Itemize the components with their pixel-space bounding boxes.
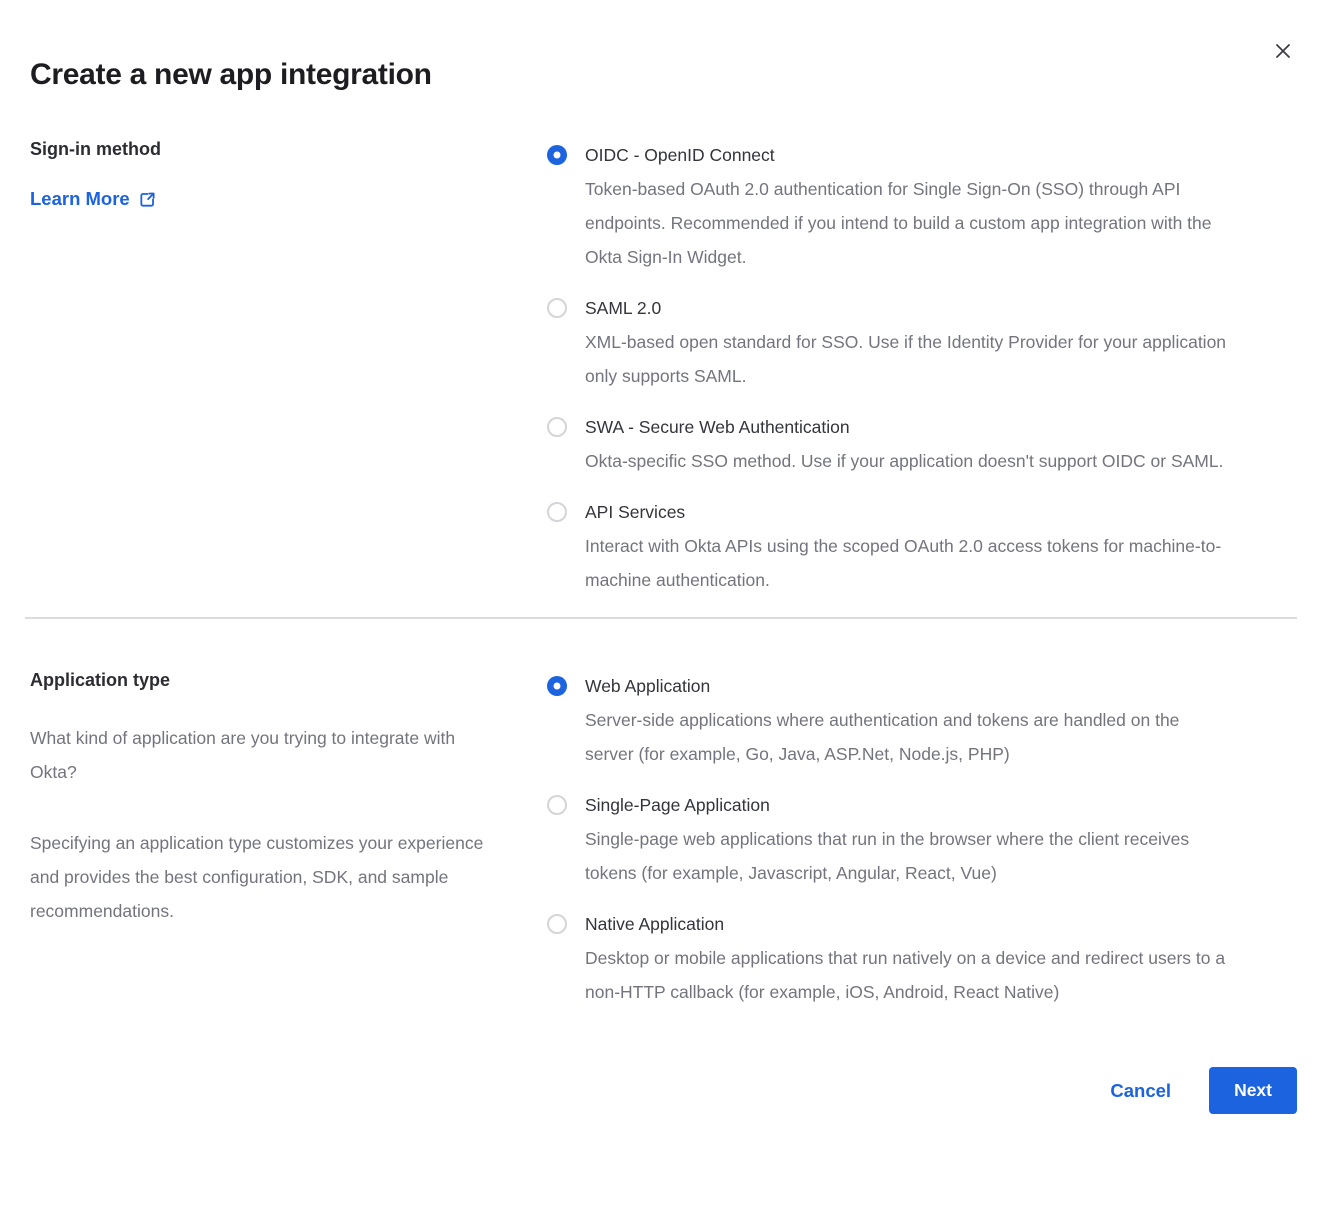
option-label[interactable]: Single-Page Application	[585, 788, 1230, 822]
radio-button-icon[interactable]	[547, 417, 567, 437]
external-link-icon	[139, 191, 156, 208]
signin-method-label: Sign-in method	[30, 138, 507, 160]
dialog-title: Create a new app integration	[30, 0, 1297, 92]
section-divider	[25, 617, 1297, 619]
radio-option-oidc[interactable]: OIDC - OpenID Connect Token-based OAuth …	[547, 138, 1262, 274]
create-app-integration-dialog: Create a new app integration Sign-in met…	[0, 0, 1332, 1210]
option-label[interactable]: OIDC - OpenID Connect	[585, 138, 1230, 172]
radio-option-swa[interactable]: SWA - Secure Web Authentication Okta-spe…	[547, 410, 1262, 478]
option-label[interactable]: Native Application	[585, 907, 1230, 941]
learn-more-link[interactable]: Learn More	[30, 188, 156, 210]
option-label[interactable]: SWA - Secure Web Authentication	[585, 410, 1223, 444]
option-description: Single-page web applications that run in…	[585, 822, 1230, 890]
option-description: Okta-specific SSO method. Use if your ap…	[585, 444, 1223, 478]
radio-option-single-page-application[interactable]: Single-Page Application Single-page web …	[547, 788, 1262, 890]
dialog-footer: Cancel Next	[30, 1067, 1297, 1114]
option-description: Token-based OAuth 2.0 authentication for…	[585, 172, 1230, 274]
signin-method-section: Sign-in method Learn More	[30, 138, 1297, 597]
application-type-question: What kind of application are you trying …	[30, 721, 500, 789]
cancel-button[interactable]: Cancel	[1110, 1080, 1171, 1102]
option-label[interactable]: API Services	[585, 495, 1230, 529]
radio-button-icon[interactable]	[547, 795, 567, 815]
option-description: Server-side applications where authentic…	[585, 703, 1230, 771]
option-description: Interact with Okta APIs using the scoped…	[585, 529, 1230, 597]
radio-button-icon[interactable]	[547, 298, 567, 318]
radio-option-saml[interactable]: SAML 2.0 XML-based open standard for SSO…	[547, 291, 1262, 393]
radio-option-api-services[interactable]: API Services Interact with Okta APIs usi…	[547, 495, 1262, 597]
application-type-label: Application type	[30, 669, 507, 691]
option-label[interactable]: Web Application	[585, 669, 1230, 703]
radio-option-native-application[interactable]: Native Application Desktop or mobile app…	[547, 907, 1262, 1009]
close-icon[interactable]	[1272, 40, 1294, 62]
radio-button-icon[interactable]	[547, 914, 567, 934]
option-description: XML-based open standard for SSO. Use if …	[585, 325, 1230, 393]
radio-option-web-application[interactable]: Web Application Server-side applications…	[547, 669, 1262, 771]
application-type-section: Application type What kind of applicatio…	[30, 669, 1297, 1009]
application-type-help-text: Specifying an application type customize…	[30, 826, 500, 928]
learn-more-label: Learn More	[30, 188, 130, 210]
option-label[interactable]: SAML 2.0	[585, 291, 1230, 325]
option-description: Desktop or mobile applications that run …	[585, 941, 1230, 1009]
radio-button-selected-icon[interactable]	[547, 676, 567, 696]
radio-button-selected-icon[interactable]	[547, 145, 567, 165]
next-button[interactable]: Next	[1209, 1067, 1297, 1114]
radio-button-icon[interactable]	[547, 502, 567, 522]
